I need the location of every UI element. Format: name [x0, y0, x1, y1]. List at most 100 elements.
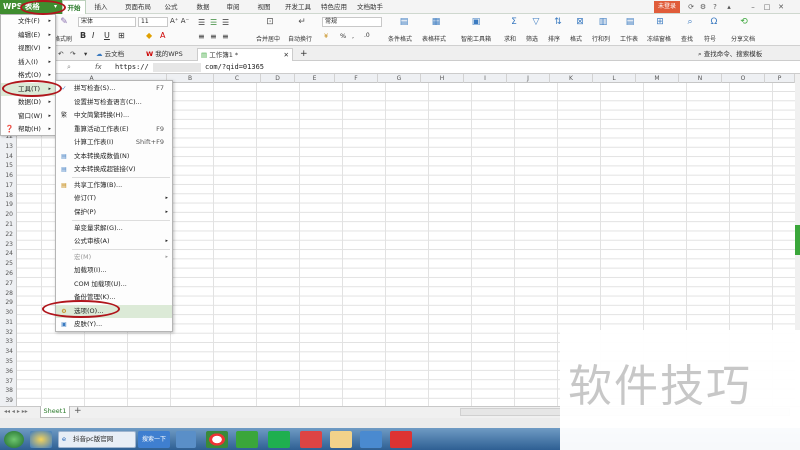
column-header[interactable]: C	[214, 74, 261, 83]
menu-spell-language[interactable]: 设置拼写检查语言(C)...	[56, 96, 172, 110]
column-header[interactable]: I	[464, 74, 507, 83]
freeze-label[interactable]: 冻结窗格	[647, 34, 671, 43]
row-header[interactable]: 20	[0, 210, 17, 220]
menu-file[interactable]: 文件(F) ▸	[1, 15, 55, 29]
decimal-icon[interactable]: .0	[364, 32, 370, 39]
align-bottom-icon[interactable]: ☰	[222, 18, 229, 27]
menu-view[interactable]: 视图(V) ▸	[1, 42, 55, 56]
sort-label[interactable]: 排序	[548, 34, 560, 43]
menu-text-to-number[interactable]: ▤ 文本转换成数值(N)	[56, 150, 172, 164]
tab-data[interactable]: 数据	[192, 0, 214, 14]
sum-icon[interactable]: Σ	[508, 16, 520, 28]
conditional-format-icon[interactable]: ▤	[398, 16, 410, 28]
fill-color-icon[interactable]: ◆	[146, 31, 152, 40]
search-button[interactable]: 搜索一下	[138, 431, 170, 448]
add-sheet-button[interactable]: +	[74, 406, 82, 417]
border-icon[interactable]: ⊞	[118, 31, 125, 40]
format-painter-icon[interactable]: ✎	[58, 16, 70, 28]
column-header[interactable]: D	[261, 74, 295, 83]
share-icon[interactable]: ⟲	[738, 16, 750, 28]
row-header[interactable]: 23	[0, 240, 17, 250]
app-icon[interactable]	[176, 431, 196, 448]
column-header[interactable]: L	[593, 74, 636, 83]
tab-review[interactable]: 审阅	[222, 0, 244, 14]
row-header[interactable]: 13	[0, 142, 17, 152]
number-format-select[interactable]: 常规	[322, 17, 382, 27]
find-label[interactable]: 查找	[681, 34, 693, 43]
login-button[interactable]: 未登录	[654, 1, 680, 13]
formula-bar[interactable]: ⌕ fx https:// com/?qid=01365	[55, 61, 800, 74]
row-header[interactable]: 33	[0, 337, 17, 347]
column-header[interactable]: N	[679, 74, 722, 83]
column-header[interactable]: H	[421, 74, 464, 83]
row-header[interactable]: 31	[0, 318, 17, 328]
worksheet-icon[interactable]: ▤	[624, 16, 636, 28]
column-header[interactable]: G	[378, 74, 421, 83]
new-tab-icon[interactable]: +	[297, 48, 309, 61]
freeze-icon[interactable]: ⊞	[654, 16, 666, 28]
menu-chinese-conversion[interactable]: 繁中文简繁转换(H)...	[56, 109, 172, 123]
wrap-label[interactable]: 自动换行	[288, 34, 312, 43]
row-header[interactable]: 39	[0, 396, 17, 406]
row-header[interactable]: 28	[0, 289, 17, 299]
menu-revision[interactable]: 修订(T) ▸	[56, 192, 172, 206]
sync-icon[interactable]: ⟳	[686, 2, 696, 12]
bold-icon[interactable]: B	[80, 31, 86, 40]
share-label[interactable]: 分享文档	[731, 34, 755, 43]
row-header[interactable]: 17	[0, 181, 17, 191]
close-tab-icon[interactable]: ✕	[284, 49, 289, 61]
undo-icon[interactable]: ↶	[55, 48, 67, 61]
currency-icon[interactable]: ¥	[324, 32, 328, 40]
table-style-label[interactable]: 表格样式	[422, 34, 446, 43]
filter-icon[interactable]: ▽	[530, 16, 542, 28]
font-color-icon[interactable]: A	[160, 31, 165, 40]
browser-search-box[interactable]: e 抖音pc版官网	[58, 431, 136, 448]
search-commands[interactable]: ⌕ 查找命令、搜索模板	[695, 48, 800, 61]
smart-toolbox-icon[interactable]: ▣	[470, 16, 482, 28]
underline-icon[interactable]: U	[104, 31, 110, 40]
row-header[interactable]: 25	[0, 259, 17, 269]
menu-arrow-icon[interactable]: ▴	[724, 2, 734, 12]
row-header[interactable]: 26	[0, 269, 17, 279]
tab-doc-assistant[interactable]: 文档助手	[354, 0, 386, 14]
nav-icon[interactable]: ▾	[81, 48, 91, 61]
sort-icon[interactable]: ⇅	[552, 16, 564, 28]
row-header[interactable]: 29	[0, 298, 17, 308]
tab-features[interactable]: 特色应用	[318, 0, 350, 14]
merge-label[interactable]: 合并居中	[256, 34, 280, 43]
font-size-select[interactable]: 11	[138, 17, 168, 27]
fx-button[interactable]: fx	[95, 63, 102, 71]
app-red-icon[interactable]	[300, 431, 322, 448]
close-icon[interactable]: ✕	[776, 2, 786, 12]
menu-com-add-ins[interactable]: COM 加载项(U)...	[56, 278, 172, 292]
menu-edit[interactable]: 编辑(E) ▸	[1, 29, 55, 43]
align-right-icon[interactable]: ≡	[222, 32, 229, 41]
redo-icon[interactable]: ↷	[67, 48, 79, 61]
wps-pdf-icon[interactable]	[390, 431, 412, 448]
sheet-nav-icon[interactable]: ◂◂ ◂ ▸ ▸▸	[4, 408, 28, 415]
column-header[interactable]: J	[507, 74, 550, 83]
tab-formula[interactable]: 公式	[160, 0, 182, 14]
row-header[interactable]: 36	[0, 367, 17, 377]
row-header[interactable]: 35	[0, 357, 17, 367]
row-header[interactable]: 21	[0, 220, 17, 230]
settings-icon[interactable]: ⚙	[698, 2, 708, 12]
align-middle-icon[interactable]: ☰	[210, 18, 217, 27]
percent-button[interactable]: %	[340, 32, 346, 40]
row-header[interactable]: 30	[0, 308, 17, 318]
column-header[interactable]: B	[167, 74, 214, 83]
et-icon[interactable]	[236, 431, 258, 448]
row-header[interactable]: 32	[0, 328, 17, 338]
row-header[interactable]: 37	[0, 377, 17, 387]
row-header[interactable]: 19	[0, 200, 17, 210]
table-style-icon[interactable]: ▦	[430, 16, 442, 28]
folder-icon[interactable]	[330, 431, 352, 448]
menu-text-to-hyperlink[interactable]: ▤ 文本转换成超链接(V)	[56, 163, 172, 177]
tab-insert[interactable]: 插入	[90, 0, 112, 14]
menu-goal-seek[interactable]: 单变量求解(G)...	[56, 222, 172, 236]
zoom-icon[interactable]: ⌕	[67, 63, 71, 72]
row-header[interactable]: 18	[0, 191, 17, 201]
wrap-icon[interactable]: ↵	[296, 16, 308, 28]
menu-insert[interactable]: 插入(I) ▸	[1, 56, 55, 70]
symbol-label[interactable]: 符号	[704, 34, 716, 43]
